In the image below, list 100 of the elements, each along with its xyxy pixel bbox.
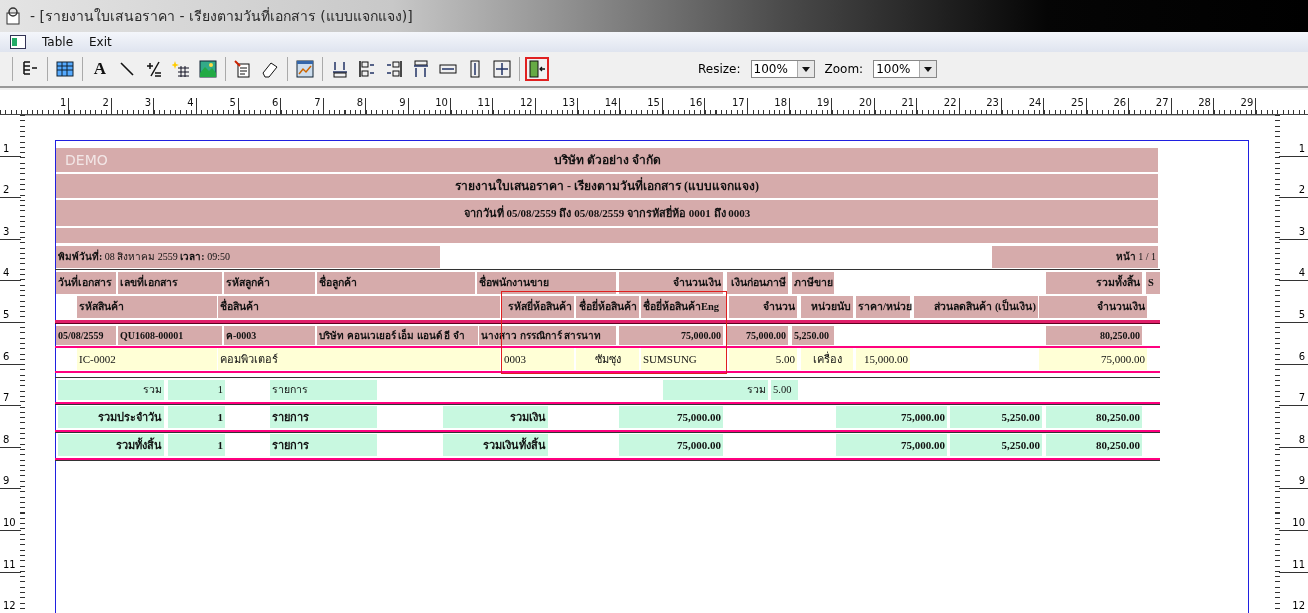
report-field[interactable]: รวมเงิน [443,406,548,428]
report-field[interactable]: 5.00 [771,380,798,400]
report-field[interactable]: รวมเงินทั้งสิ้น [443,434,548,456]
report-field[interactable]: 80,250.00 [1046,406,1142,428]
toolbar-button[interactable] [525,57,549,81]
zoom-select[interactable]: 100% [873,60,938,78]
report-field[interactable]: QU1608-00001 [118,326,222,345]
report-field[interactable]: รายงานใบเสนอราคา - เรียงตามวันที่เอกสาร (แบบแจกแจง) [56,174,1158,198]
ruler-number: 5 [2,309,11,322]
report-field[interactable]: รวมประจำวัน [58,406,164,428]
report-field[interactable]: จากวันที่ 05/08/2559 ถึง 05/08/2559 จากรหัสยี่ห้อ 0001 ถึง 0003 [56,200,1158,226]
ruler-number: 9 [1297,476,1306,489]
report-field[interactable]: เครื่อง [801,348,853,370]
ruler-number: 16 [689,98,704,108]
report-field[interactable]: รวมทั้งสิ้น [1046,272,1142,294]
report-field[interactable]: ส่วนลดสินค้า (เป็นเงิน) [914,296,1038,318]
report-field[interactable]: 5,250.00 [792,326,834,345]
ruler-number: 15 [647,98,661,108]
report-field[interactable]: รหัสยี่ห้อสินค้า [502,296,574,318]
report-field[interactable]: ค-0003 [224,326,315,345]
report-field[interactable]: เงินก่อนภาษี [727,272,788,294]
report-field[interactable]: ราคา/หน่วย [856,296,910,318]
ruler-number: 23 [986,98,1000,108]
report-field[interactable]: จำนวน [729,296,797,318]
report-field[interactable]: รายการ [270,434,377,456]
formula-icon [145,60,163,78]
report-field[interactable]: ซัมซุง [576,348,639,370]
ruler-number: 28 [1198,98,1212,108]
ruler-number: 8 [1297,434,1306,447]
report-field[interactable]: 15,000.00 [856,348,910,370]
report-field[interactable]: ภาษีขาย [792,272,834,294]
report-field[interactable]: คอมพิวเตอร์ [218,348,500,370]
report-field[interactable]: IC-0002 [77,348,217,370]
ruler-number: 4 [187,98,195,108]
toolbar-button[interactable] [196,57,220,81]
demo-watermark: DEMO [65,152,108,168]
report-field[interactable]: หน่วยนับ [801,296,853,318]
dropdown-icon [801,66,810,72]
report-field[interactable]: รายการ [270,406,377,428]
report-field[interactable]: 1 [168,434,225,456]
report-field[interactable]: 80,250.00 [1046,434,1142,456]
ruler-number: 4 [1297,268,1306,281]
report-field[interactable]: 5.00 [729,348,797,370]
report-field[interactable]: 75,000.00 [619,406,723,428]
report-field[interactable]: เลขที่เอกสาร [118,272,222,294]
report-field[interactable]: จำนวนเงิน [1039,296,1147,318]
report-field[interactable]: รวม [663,380,768,400]
ruler-number: 8 [356,98,365,108]
menu-item[interactable]: Table [42,35,74,49]
report-field[interactable]: ชื่อยี่ห้อสินค้า [576,296,639,318]
report-field[interactable]: 75,000.00 [619,434,723,456]
toolbar-button[interactable]: A [88,57,112,81]
ruler-number: 12 [2,601,17,613]
report-field[interactable]: วันที่เอกสาร [56,272,116,294]
report-field[interactable]: 5,250.00 [950,406,1042,428]
ruler-number: 3 [2,226,11,239]
report-field[interactable]: ชื่อลูกค้า [317,272,475,294]
report-field[interactable]: 1 [168,406,225,428]
report-field[interactable]: 75,000.00 [836,434,947,456]
report-field[interactable]: รหัสลูกค้า [224,272,315,294]
report-field[interactable]: หน้า 1 / 1 [992,246,1158,268]
ruler-number: 11 [477,98,492,108]
window-menu-icon[interactable] [10,35,26,49]
report-field[interactable]: 75,000.00 [836,406,947,428]
report-field[interactable]: 75,000.00 [727,326,788,345]
report-field[interactable]: ชื่อสินค้า [218,296,500,318]
report-field[interactable]: 5,250.00 [950,434,1042,456]
report-field[interactable]: SUMSUNG [641,348,727,370]
ruler-number: 18 [774,98,789,108]
report-field[interactable]: ชื่อพนักงานขาย [477,272,616,294]
report-field[interactable]: 75,000.00 [619,326,723,345]
report-field[interactable]: รายการ [270,380,377,400]
report-field[interactable]: พิมพ์วันที่: 08 สิงหาคม 2559 เวลา: 09:50 [56,246,440,268]
ruler-number: 10 [2,517,17,530]
ruler-number: 3 [1297,226,1306,239]
ruler-number: 1 [60,98,68,108]
ruler-number: 5 [229,98,237,108]
report-field[interactable]: 1 [168,380,225,400]
ruler-number: 11 [1291,559,1306,572]
report-field[interactable]: รวมทั้งสิ้น [58,434,164,456]
app-icon [6,7,22,25]
ruler-number: 4 [2,268,11,281]
ruler-number: 2 [102,98,110,108]
report-field[interactable]: ชื่อยี่ห้อสินค้าEng [641,296,727,318]
report-field[interactable]: 75,000.00 [1039,348,1147,370]
ruler-number: 25 [1071,98,1085,108]
report-field[interactable]: 80,250.00 [1046,326,1142,345]
resize-select[interactable]: 100% [750,60,815,78]
report-field[interactable]: รวม [58,380,164,400]
report-field[interactable]: S [1146,272,1160,294]
ruler-number: 27 [1155,98,1170,108]
report-field[interactable]: 0003 [502,348,574,370]
ruler-number: 14 [604,98,619,108]
report-field[interactable]: รหัสสินค้า [77,296,217,318]
menu-item[interactable]: Exit [89,35,112,49]
report-field[interactable]: 05/08/2559 [56,326,116,345]
ruler-number: 6 [1297,351,1306,364]
report-field[interactable]: บริษัท คอนเวเยอร์ เอ็ม แอนด์ อี จำ [317,326,478,345]
align-right-icon [385,60,403,78]
report-field[interactable]: จำนวนเงิน [619,272,723,294]
